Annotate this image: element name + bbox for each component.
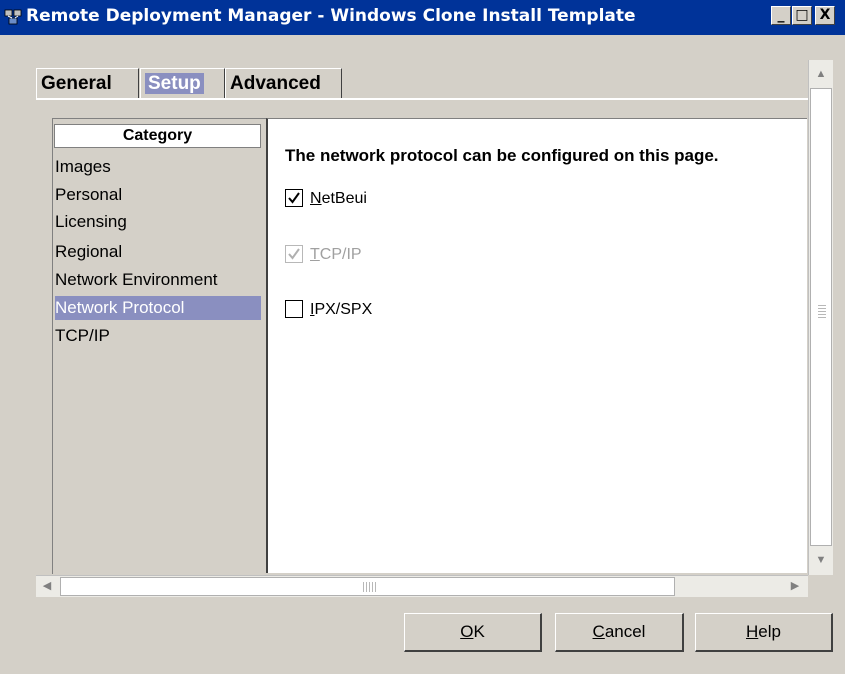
category-item-personal[interactable]: Personal xyxy=(55,183,122,207)
category-header: Category xyxy=(54,124,261,148)
grip-icon xyxy=(363,582,377,592)
close-button[interactable]: X xyxy=(815,6,835,25)
tab-label: Setup xyxy=(145,73,204,94)
category-item-tcpip[interactable]: TCP/IP xyxy=(55,324,110,348)
arrow-right-icon[interactable]: ▶ xyxy=(784,576,806,597)
title-bar[interactable]: Remote Deployment Manager - Windows Clon… xyxy=(0,0,845,35)
checkbox-box xyxy=(285,245,303,263)
horizontal-scroll-thumb[interactable] xyxy=(60,577,675,596)
category-item-images[interactable]: Images xyxy=(55,155,111,179)
maximize-button[interactable]: □ xyxy=(792,6,812,25)
horizontal-scrollbar[interactable]: ◀ ▶ xyxy=(36,575,808,597)
tab-label: Advanced xyxy=(230,73,321,94)
page-heading: The network protocol can be configured o… xyxy=(285,146,719,165)
tab-advanced[interactable]: Advanced xyxy=(225,68,342,98)
arrow-up-icon[interactable]: ▲ xyxy=(809,62,833,86)
category-item-network-environment[interactable]: Network Environment xyxy=(55,268,218,292)
arrow-down-icon[interactable]: ▼ xyxy=(809,548,833,572)
minimize-button[interactable]: _ xyxy=(771,6,791,25)
tab-general[interactable]: General xyxy=(36,68,139,98)
category-item-network-protocol[interactable]: Network Protocol xyxy=(55,296,261,320)
dialog-window: Remote Deployment Manager - Windows Clon… xyxy=(0,0,845,674)
checkbox-label: TCP/IP xyxy=(310,246,362,263)
grip-icon xyxy=(818,305,826,319)
cancel-button[interactable]: Cancel xyxy=(555,613,684,652)
category-item-licensing[interactable]: Licensing xyxy=(55,210,127,234)
network-computers-icon xyxy=(4,8,22,26)
checkbox-box[interactable] xyxy=(285,300,303,318)
checkbox-label: IPX/SPX xyxy=(310,301,373,318)
checkmark-icon xyxy=(288,192,300,204)
tab-setup[interactable]: Setup xyxy=(140,68,225,98)
settings-panel xyxy=(266,118,807,573)
vertical-scroll-thumb[interactable] xyxy=(810,88,832,546)
category-item-regional[interactable]: Regional xyxy=(55,240,122,264)
tab-label: General xyxy=(41,73,112,94)
window-title: Remote Deployment Manager - Windows Clon… xyxy=(26,6,636,26)
checkbox-label: NetBeui xyxy=(310,190,367,207)
ok-button[interactable]: OK xyxy=(404,613,542,652)
checkbox-box[interactable] xyxy=(285,189,303,207)
vertical-scrollbar[interactable]: ▲ ▼ xyxy=(808,60,833,575)
arrow-left-icon[interactable]: ◀ xyxy=(36,576,58,597)
help-button[interactable]: Help xyxy=(695,613,833,652)
checkmark-icon xyxy=(288,248,300,260)
